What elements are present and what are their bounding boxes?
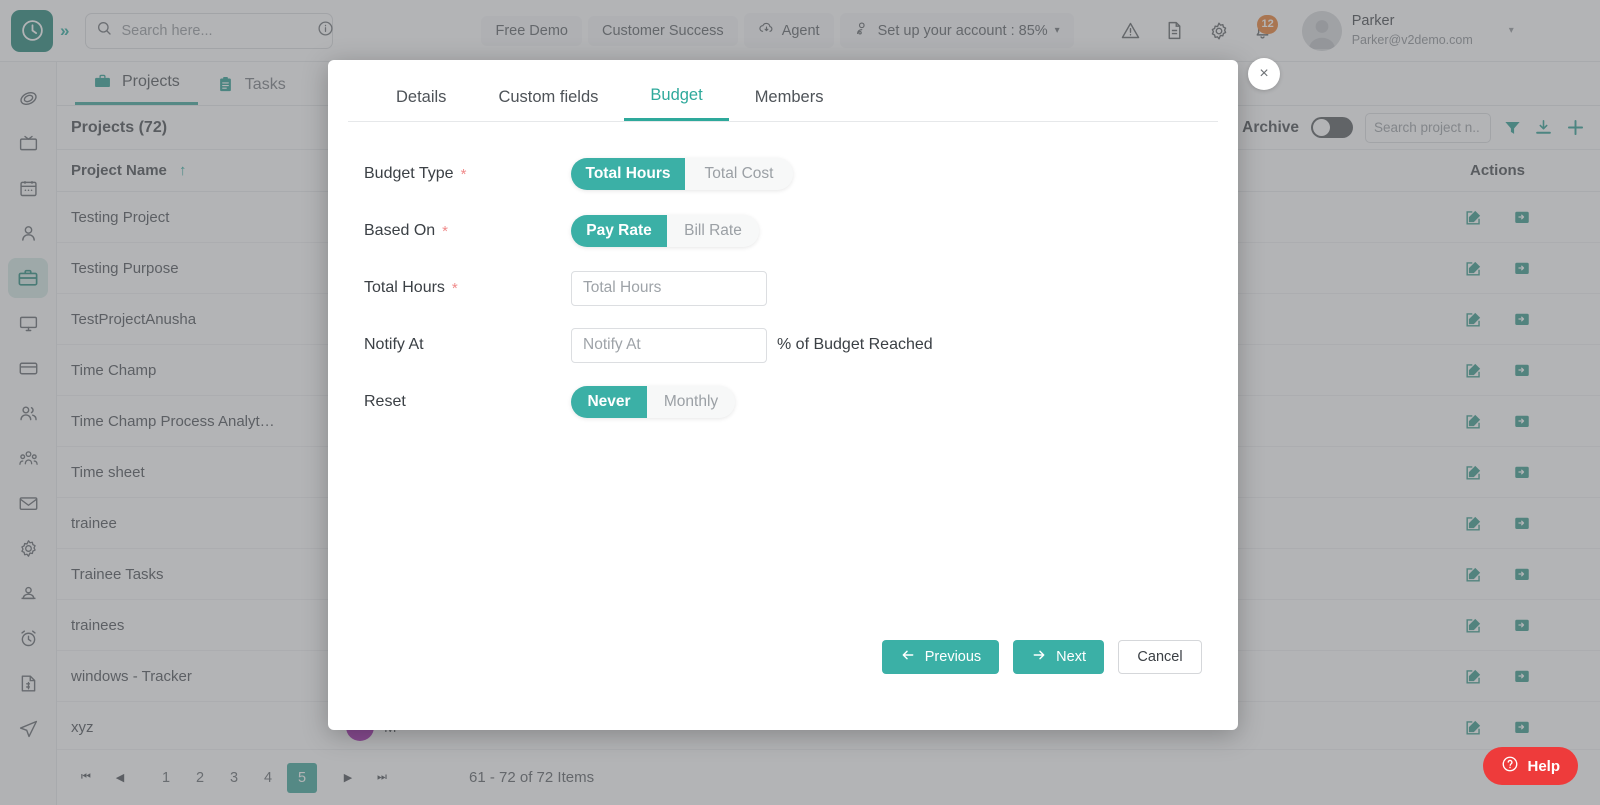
previous-button[interactable]: Previous (881, 640, 1000, 674)
modal-footer: Previous Next Cancel (881, 640, 1202, 674)
notify-at-label: Notify At (364, 336, 424, 353)
field-budget-type: Budget Type * Total Hours Total Cost (328, 150, 1238, 198)
cancel-button-label: Cancel (1137, 649, 1183, 665)
modal-tab-budget-label: Budget (650, 86, 703, 104)
based-on-option-bill-rate[interactable]: Bill Rate (667, 215, 759, 247)
budget-type-label-wrap: Budget Type * (328, 165, 571, 183)
modal-body: Budget Type * Total Hours Total Cost Bas… (328, 122, 1238, 426)
field-total-hours: Total Hours * (328, 264, 1238, 312)
reset-segmented[interactable]: Never Monthly (571, 386, 735, 418)
budget-type-option-total-cost[interactable]: Total Cost (685, 158, 793, 190)
next-button-label: Next (1056, 649, 1086, 665)
required-asterisk: * (460, 165, 467, 183)
budget-type-option-total-hours[interactable]: Total Hours (571, 158, 685, 190)
modal-tab-custom-fields[interactable]: Custom fields (472, 88, 624, 120)
reset-label-wrap: Reset (328, 393, 571, 411)
required-asterisk: * (451, 279, 458, 297)
field-reset: Reset Never Monthly (328, 378, 1238, 426)
modal-tab-budget[interactable]: Budget (624, 86, 729, 121)
modal-tab-details-label: Details (396, 87, 447, 106)
budget-type-segmented[interactable]: Total Hours Total Cost (571, 158, 793, 190)
field-notify-at: Notify At % of Budget Reached (328, 321, 1238, 369)
notify-at-suffix: % of Budget Reached (777, 336, 933, 353)
reset-option-never[interactable]: Never (571, 386, 647, 418)
help-button[interactable]: Help (1483, 747, 1578, 785)
budget-type-label: Budget Type (364, 165, 454, 182)
arrow-right-icon (1031, 647, 1047, 667)
total-hours-input[interactable] (571, 270, 767, 306)
modal-tab-members[interactable]: Members (729, 88, 850, 120)
notify-at-input[interactable] (571, 327, 767, 363)
field-based-on: Based On * Pay Rate Bill Rate (328, 207, 1238, 255)
next-button[interactable]: Next (1013, 640, 1104, 674)
based-on-label-wrap: Based On * (328, 222, 571, 240)
cancel-button[interactable]: Cancel (1118, 640, 1202, 674)
modal-tab-members-label: Members (754, 87, 824, 106)
reset-option-monthly[interactable]: Monthly (647, 386, 735, 418)
total-hours-label: Total Hours (364, 279, 445, 296)
budget-modal: × Details Custom fields Budget Members B… (328, 58, 1280, 730)
question-circle-icon (1501, 755, 1519, 777)
based-on-option-pay-rate[interactable]: Pay Rate (571, 215, 667, 247)
arrow-left-icon (900, 647, 916, 667)
help-label: Help (1527, 757, 1560, 775)
previous-button-label: Previous (924, 649, 982, 665)
modal-tab-details[interactable]: Details (370, 88, 472, 120)
reset-label: Reset (364, 393, 406, 410)
based-on-segmented[interactable]: Pay Rate Bill Rate (571, 215, 759, 247)
modal-tabs: Details Custom fields Budget Members (348, 60, 1218, 122)
required-asterisk: * (442, 222, 448, 240)
based-on-label: Based On (364, 222, 436, 239)
total-hours-label-wrap: Total Hours * (328, 279, 571, 297)
close-icon[interactable]: × (1248, 58, 1280, 90)
notify-at-label-wrap: Notify At (328, 336, 571, 354)
modal-tab-custom-fields-label: Custom fields (498, 87, 599, 106)
